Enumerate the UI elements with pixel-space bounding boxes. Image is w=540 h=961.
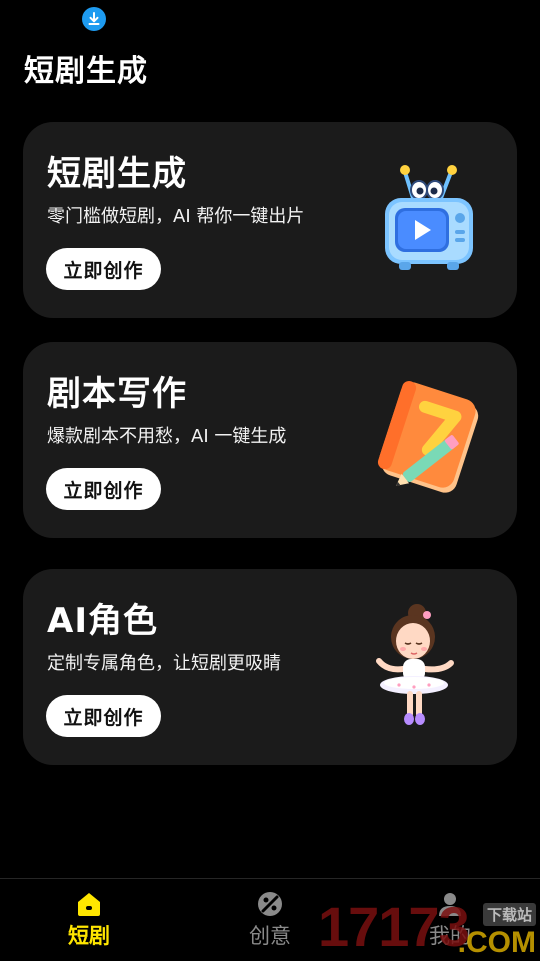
tab-label: 创意 [249, 924, 291, 948]
create-now-button[interactable]: 立即创作 [46, 468, 161, 510]
creative-icon [255, 889, 285, 919]
tv-icon [369, 158, 491, 278]
ai-character-card[interactable]: AI角色 定制专属角色，让短剧更吸睛 立即创作 [23, 569, 517, 765]
bottom-tab-bar: 短剧 创意 我的 [0, 878, 540, 961]
download-icon [82, 7, 106, 31]
card-title: 剧本写作 [47, 374, 187, 414]
page-title: 短剧生成 [24, 54, 148, 89]
card-title: AI角色 [47, 601, 158, 641]
tab-short-drama[interactable]: 短剧 [34, 889, 144, 955]
card-description: 定制专属角色，让短剧更吸睛 [47, 653, 281, 674]
home-icon [74, 889, 104, 919]
tab-creative[interactable]: 创意 [215, 889, 325, 955]
create-now-button[interactable]: 立即创作 [46, 248, 161, 290]
create-now-button[interactable]: 立即创作 [46, 695, 161, 737]
tab-profile[interactable]: 我的 [395, 889, 505, 955]
tab-label: 短剧 [68, 924, 110, 948]
card-description: 爆款剧本不用愁，AI 一键生成 [47, 426, 287, 447]
notebook-pencil-icon [369, 380, 491, 500]
profile-icon [435, 889, 465, 919]
card-title: 短剧生成 [47, 154, 187, 194]
short-drama-card[interactable]: 短剧生成 零门槛做短剧，AI 帮你一键出片 立即创作 [23, 122, 517, 318]
script-writing-card[interactable]: 剧本写作 爆款剧本不用愁，AI 一键生成 立即创作 [23, 342, 517, 538]
tab-label: 我的 [429, 924, 471, 948]
card-description: 零门槛做短剧，AI 帮你一键出片 [47, 206, 305, 227]
ballerina-character-icon [369, 601, 491, 733]
